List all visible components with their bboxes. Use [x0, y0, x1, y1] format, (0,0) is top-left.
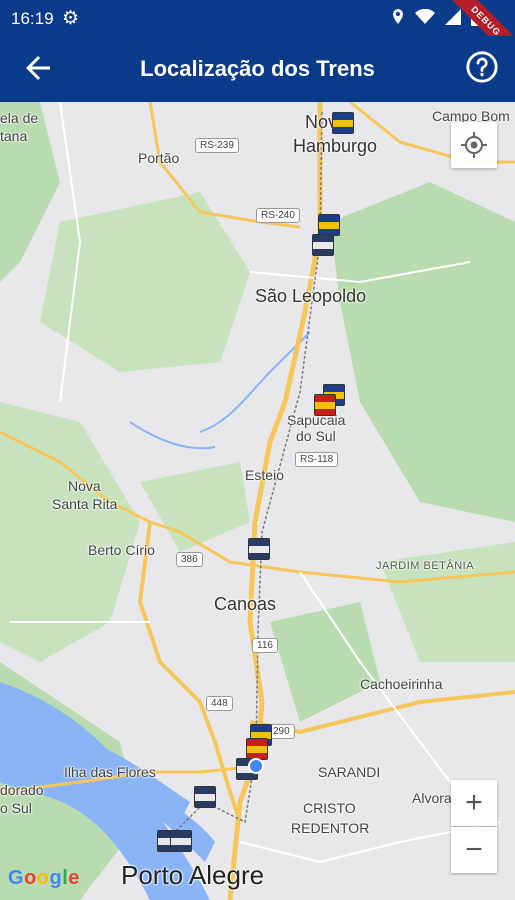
train-marker[interactable]: [314, 394, 336, 416]
label-redentor: REDENTOR: [291, 820, 370, 836]
station-marker[interactable]: [170, 830, 192, 852]
label-tana: tana: [0, 128, 28, 144]
label-o-sul: o Sul: [0, 800, 32, 816]
status-bar: 16:19 ⚙ DEBUG: [0, 0, 515, 67]
train-marker[interactable]: [318, 214, 340, 236]
station-marker[interactable]: [194, 786, 216, 808]
label-ela-de: ela de: [0, 110, 39, 126]
label-santa-rita: Santa Rita: [52, 496, 118, 512]
label-sao-leopoldo: São Leopoldo: [255, 286, 367, 306]
label-cristo: CRISTO: [303, 800, 356, 816]
label-ilha-das-flores: Ilha das Flores: [64, 764, 156, 780]
station-marker[interactable]: [248, 538, 270, 560]
road-shield-386: 386: [176, 552, 203, 567]
label-porto-alegre: Porto Alegre: [121, 860, 265, 890]
help-circle-icon[interactable]: [465, 50, 499, 84]
train-marker[interactable]: [332, 112, 354, 134]
page-title: Localização dos Trens: [140, 56, 375, 81]
status-time: 16:19: [11, 9, 54, 28]
label-canoas: Canoas: [214, 594, 277, 614]
train-marker[interactable]: [246, 738, 268, 760]
gear-icon: ⚙: [62, 8, 80, 29]
signal-icon: [445, 9, 461, 25]
crosshair-icon: [461, 132, 487, 158]
road-shield-448: 448: [206, 696, 233, 711]
label-cachoeirinha: Cachoeirinha: [360, 676, 443, 692]
label-nova: Nova: [68, 478, 101, 494]
road-shield-116: 116: [252, 638, 278, 653]
app-bar: Localização dos Trens: [0, 36, 515, 102]
wifi-icon: [415, 9, 435, 24]
location-pin-icon: [393, 9, 403, 24]
map-view[interactable]: Novo Hamburgo Campo Bom Portão ela de ta…: [0, 102, 515, 900]
label-dorado: dorado: [0, 782, 44, 798]
label-sarandi: SARANDI: [318, 764, 381, 780]
zoom-in-button[interactable]: +: [451, 780, 497, 826]
zoom-out-button[interactable]: −: [451, 827, 497, 873]
road-shield-rs240: RS-240: [256, 208, 300, 223]
label-berto-cirio: Berto Círio: [88, 542, 155, 558]
label-portao: Portão: [138, 150, 180, 166]
current-location-dot: [248, 758, 264, 774]
label-jardim-betania: JARDIM BETÂNIA: [376, 560, 475, 572]
google-logo: Google: [8, 867, 80, 889]
road-shield-rs239: RS-239: [195, 138, 239, 153]
road-shield-290: 290: [268, 724, 295, 739]
road-shield-rs118: RS-118: [295, 452, 339, 467]
label-do-sul: do Sul: [296, 428, 336, 444]
label-hamburgo: Hamburgo: [293, 136, 378, 156]
my-location-button[interactable]: [451, 122, 497, 168]
station-marker[interactable]: [312, 234, 334, 256]
label-esteio: Esteio: [245, 467, 284, 483]
